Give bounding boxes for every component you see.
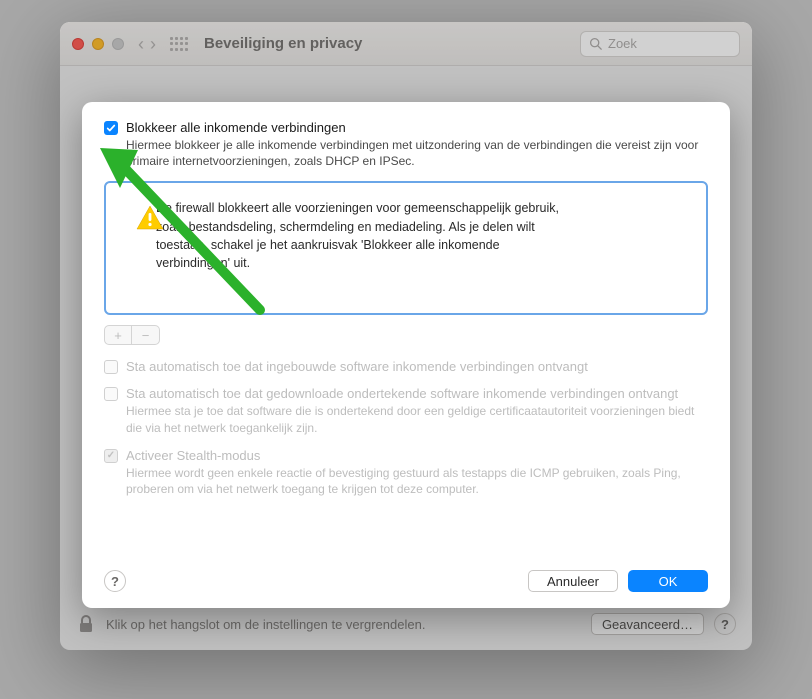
stealth-description: Hiermee wordt geen enkele reactie of bev…	[126, 465, 708, 497]
auto-signed-label: Sta automatisch toe dat gedownloade onde…	[126, 386, 678, 401]
remove-app-button: −	[132, 325, 160, 345]
auto-builtin-label: Sta automatisch toe dat ingebouwde softw…	[126, 359, 588, 374]
stealth-label: Activeer Stealth-modus	[126, 448, 260, 463]
add-app-button: +	[104, 325, 132, 345]
block-all-description: Hiermee blokkeer je alle inkomende verbi…	[126, 137, 708, 169]
firewall-info-box: De firewall blokkeert alle voorzieningen…	[104, 181, 708, 315]
ok-button[interactable]: OK	[628, 570, 708, 592]
warning-icon	[136, 205, 164, 236]
cancel-button[interactable]: Annuleer	[528, 570, 618, 592]
auto-signed-description: Hiermee sta je toe dat software die is o…	[126, 403, 708, 435]
auto-builtin-checkbox	[104, 360, 118, 374]
block-all-label: Blokkeer alle inkomende verbindingen	[126, 120, 346, 135]
firewall-options-sheet: Blokkeer alle inkomende verbindingen Hie…	[82, 102, 730, 608]
preferences-window: ‹ › Beveiliging en privacy Zoek Klik op …	[60, 22, 752, 650]
auto-signed-checkbox	[104, 387, 118, 401]
firewall-info-text: De firewall blokkeert alle voorzieningen…	[156, 199, 576, 272]
stealth-checkbox	[104, 449, 118, 463]
block-all-checkbox[interactable]	[104, 121, 118, 135]
help-button[interactable]: ?	[104, 570, 126, 592]
